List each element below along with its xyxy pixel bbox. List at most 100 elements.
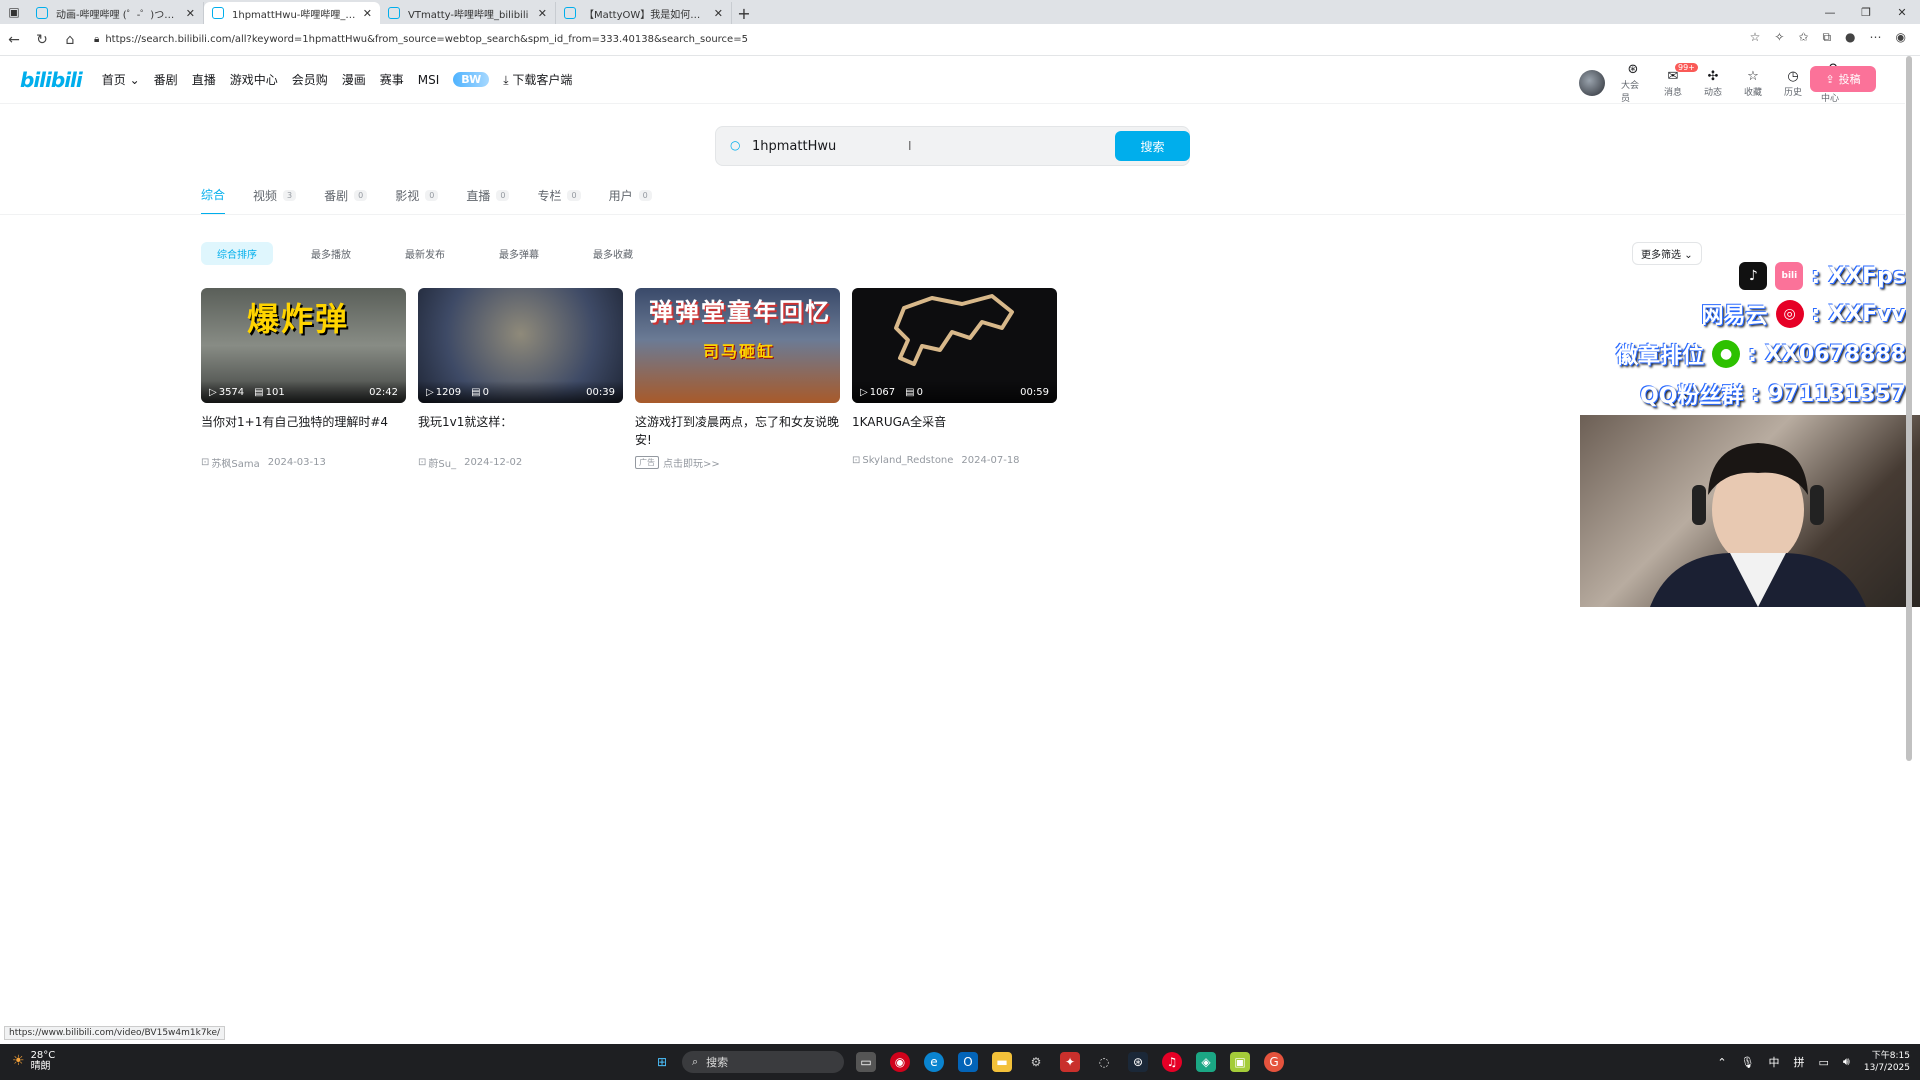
browser-tab[interactable]: 动画-哔哩哔哩 (゜-゜)つロ 干杯~-bilibili ✕	[28, 2, 204, 24]
nav-home[interactable]: 首页 ⌄	[102, 71, 140, 88]
video-card[interactable]: ▷ 1209 ▤ 0 00:39 我玩1v1就这样： ⊡ 蔚Su_ 2024-12-…	[418, 288, 623, 470]
uploader-name[interactable]: Skyland_Redstone	[862, 455, 953, 466]
browser-tab[interactable]: 【MattyOW】我是如何从几千局... ✕	[556, 2, 732, 24]
nav-bw[interactable]: BW	[453, 72, 490, 87]
close-icon[interactable]: ✕	[186, 7, 195, 20]
settings-icon[interactable]: ⚙	[1026, 1052, 1046, 1072]
favorites-icon[interactable]: ✩	[1798, 30, 1808, 45]
sort-most-favorited[interactable]: 最多收藏	[577, 242, 649, 265]
network-icon[interactable]: ▭	[1819, 1056, 1829, 1069]
tab-all[interactable]: 综合	[201, 186, 226, 215]
browser-tab-active[interactable]: 1hpmattHwu-哔哩哔哩_bilibili ✕	[204, 2, 380, 24]
collections-icon[interactable]: ⧉	[1822, 30, 1831, 45]
url-field[interactable]: 🔒︎ https://search.bilibili.com/all?keywo…	[94, 34, 748, 45]
outlook-icon[interactable]: O	[958, 1052, 978, 1072]
minimize-icon[interactable]: —	[1812, 0, 1848, 24]
nav-live[interactable]: 直播	[192, 71, 216, 88]
ad-link[interactable]: 点击即玩>>	[663, 455, 720, 470]
favorite-star-icon[interactable]: ☆	[1750, 30, 1761, 45]
header-icon-label: 消息	[1663, 87, 1682, 98]
video-thumbnail[interactable]: ▷ 1067 ▤ 0 00:59	[852, 288, 1057, 403]
extension-icon[interactable]: ✧	[1774, 30, 1784, 45]
tab-article[interactable]: 专栏 0	[537, 186, 581, 215]
sort-options: 综合排序 最多播放 最新发布 最多弹幕 最多收藏	[201, 242, 649, 265]
profile-icon[interactable]: ●	[1845, 30, 1855, 45]
netease-app-icon[interactable]: ◉	[890, 1052, 910, 1072]
video-thumbnail[interactable]: ▷ 1209 ▤ 0 00:39	[418, 288, 623, 403]
ime-mode[interactable]: 拼	[1794, 1054, 1805, 1070]
clock[interactable]: 下午8:15 13/7/2025	[1864, 1050, 1910, 1074]
sort-comprehensive[interactable]: 综合排序	[201, 242, 273, 265]
tab-bangumi[interactable]: 番剧 0	[324, 186, 368, 215]
close-icon[interactable]: ✕	[363, 7, 372, 20]
app-icon[interactable]: G	[1264, 1052, 1284, 1072]
bilibili-logo[interactable]: bilibili	[20, 68, 83, 92]
tab-live[interactable]: 直播 0	[466, 186, 510, 215]
edge-icon[interactable]: e	[924, 1052, 944, 1072]
ime-indicator[interactable]: 中	[1769, 1054, 1780, 1070]
video-thumbnail[interactable]: 爆炸弹 ▷ 3574 ▤ 101 02:42	[201, 288, 406, 403]
nav-manga[interactable]: 漫画	[342, 71, 366, 88]
sort-most-played[interactable]: 最多播放	[295, 242, 367, 265]
menu-icon[interactable]: ⋯	[1870, 30, 1882, 45]
app-icon[interactable]: ◈	[1196, 1052, 1216, 1072]
browser-tab[interactable]: VTmatty-哔哩哔哩_bilibili ✕	[380, 2, 556, 24]
tab-video[interactable]: 视频 3	[253, 186, 297, 215]
upload-button[interactable]: ⇪ 投稿	[1810, 66, 1876, 92]
video-title[interactable]: 当你对1+1有自己独特的理解时#4	[201, 413, 406, 449]
search-button[interactable]: 搜索	[1115, 131, 1190, 161]
header-messages[interactable]: ✉ 99+ 消息	[1661, 62, 1698, 98]
restore-icon[interactable]: ❐	[1848, 0, 1884, 24]
file-explorer-icon[interactable]: ▬	[992, 1052, 1012, 1072]
video-title[interactable]: 这游戏打到凌晨两点，忘了和女友说晚安!	[635, 413, 840, 449]
video-title[interactable]: 1KARUGA全采音	[852, 413, 1057, 449]
chat-app-icon[interactable]: ▣	[1230, 1052, 1250, 1072]
copilot-icon[interactable]: ◉	[1896, 30, 1906, 45]
nav-esports[interactable]: 赛事	[380, 71, 404, 88]
ad-thumbnail[interactable]: 弹弹堂童年回忆 司马砸缸	[635, 288, 840, 403]
uploader-name[interactable]: 蔚Su_	[428, 455, 456, 470]
start-icon[interactable]: ⊞	[652, 1052, 672, 1072]
mic-icon[interactable]: 🎙︎	[1741, 1056, 1755, 1069]
sort-newest[interactable]: 最新发布	[389, 242, 461, 265]
tab-user[interactable]: 用户 0	[609, 186, 652, 215]
video-title[interactable]: 我玩1v1就这样：	[418, 413, 623, 449]
close-icon[interactable]: ✕	[538, 7, 547, 20]
video-card[interactable]: 爆炸弹 ▷ 3574 ▤ 101 02:42 当你对1+1有自己独特的理解时#4 ⊡…	[201, 288, 406, 470]
uploader-name[interactable]: 苏枫Sama	[211, 455, 259, 470]
avatar[interactable]	[1579, 70, 1605, 96]
video-card[interactable]: ▷ 1067 ▤ 0 00:59 1KARUGA全采音 ⊡ Skyland_Reds…	[852, 288, 1057, 466]
window-controls: — ❐ ✕	[1812, 0, 1920, 24]
tab-actions-icon[interactable]: ▣	[0, 0, 28, 24]
tab-film[interactable]: 影视 0	[395, 186, 439, 215]
nav-msi[interactable]: MSI	[418, 73, 440, 87]
nav-shop[interactable]: 会员购	[292, 71, 328, 88]
sort-most-danmaku[interactable]: 最多弹幕	[483, 242, 555, 265]
header-favorites[interactable]: ☆ 收藏	[1741, 69, 1765, 98]
music-icon[interactable]: ♫	[1162, 1052, 1182, 1072]
task-view-icon[interactable]: ▭	[856, 1052, 876, 1072]
close-icon[interactable]: ✕	[714, 7, 723, 20]
overlay-colon: :	[1751, 381, 1761, 407]
new-tab-button[interactable]: +	[732, 2, 756, 24]
page-scrollbar[interactable]	[1906, 56, 1912, 761]
header-vip[interactable]: ⊛ 大会员	[1621, 62, 1645, 104]
app-icon[interactable]: ◌	[1094, 1052, 1114, 1072]
refresh-icon[interactable]: ↻	[28, 32, 56, 48]
nav-download[interactable]: ⤓ 下载客户端	[503, 71, 572, 88]
ad-card[interactable]: 弹弹堂童年回忆 司马砸缸 这游戏打到凌晨两点，忘了和女友说晚安! 广告 点击即玩…	[635, 288, 840, 470]
nav-game-center[interactable]: 游戏中心	[230, 71, 278, 88]
steam-icon[interactable]: ⊛	[1128, 1052, 1148, 1072]
home-icon[interactable]: ⌂	[56, 32, 84, 48]
header-dynamic[interactable]: ✣ 动态	[1701, 69, 1725, 98]
taskbar-search[interactable]: ⌕ 搜索	[682, 1051, 844, 1073]
chevron-up-icon[interactable]: ⌃	[1717, 1056, 1726, 1069]
search-input[interactable]	[752, 135, 1052, 157]
close-window-icon[interactable]: ✕	[1884, 0, 1920, 24]
nav-anime[interactable]: 番剧	[154, 71, 178, 88]
game-app-icon[interactable]: ✦	[1060, 1052, 1080, 1072]
weather-widget[interactable]: ☀ 28°C 晴朗	[12, 1050, 55, 1072]
header-history[interactable]: ◷ 历史	[1781, 69, 1805, 98]
back-icon[interactable]: ←	[0, 32, 28, 48]
volume-icon[interactable]: 🔊︎	[1843, 1055, 1850, 1069]
